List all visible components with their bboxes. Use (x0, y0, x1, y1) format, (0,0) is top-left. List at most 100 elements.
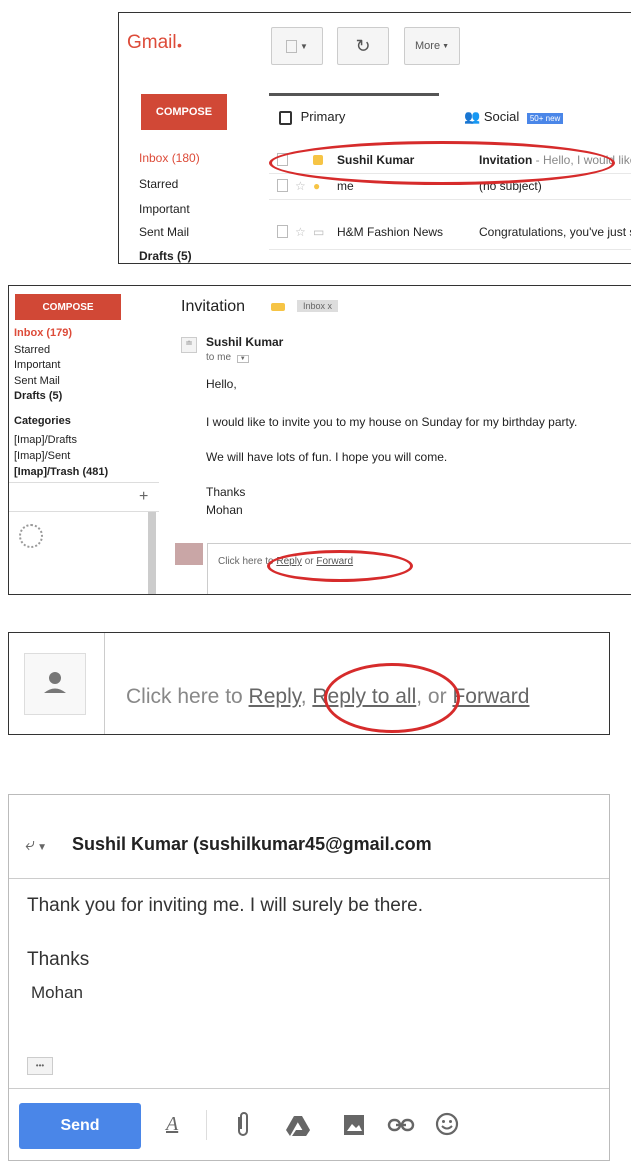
message-row[interactable]: ☆ ▭ H&M Fashion News Congratulations, yo… (269, 219, 631, 250)
gmail-inbox-panel: Gmail • ▼ ↻ More ▼ COMPOSE Inbox (180) S… (118, 12, 631, 264)
nav-drafts[interactable]: Drafts (5) (139, 249, 192, 263)
attach-file-icon[interactable] (233, 1111, 253, 1139)
importance-marker-icon[interactable]: ▭ (313, 225, 324, 239)
importance-marker-icon[interactable]: ● (313, 179, 320, 193)
reply-signature[interactable]: Mohan (31, 983, 83, 1003)
nav-starred[interactable]: Starred (139, 177, 178, 191)
chevron-down-icon[interactable]: ▼ (236, 355, 249, 363)
insert-link-icon[interactable] (387, 1117, 415, 1133)
chevron-down-icon: ▼ (300, 41, 308, 51)
loading-spinner-icon (19, 524, 43, 548)
reply-recipient[interactable]: Sushil Kumar (sushilkumar45@gmail.com (72, 834, 432, 855)
message-sender: me (337, 179, 354, 193)
primary-tab-indicator (269, 93, 439, 96)
message-subject-line: Congratulations, you've just subscr (479, 225, 631, 239)
reply-body-line[interactable]: Thank you for inviting me. I will surely… (27, 895, 423, 917)
reply-prompt: Click here to Reply or Forward (218, 556, 354, 567)
reply-link[interactable]: Reply (276, 556, 302, 567)
reply-to-all-link[interactable]: Reply to all (312, 685, 416, 708)
people-icon: 👥 (464, 109, 481, 124)
reply-options-panel: Click here to Reply, Reply to all, or Fo… (8, 632, 610, 735)
forward-link[interactable]: Forward (452, 685, 529, 708)
nav-drafts[interactable]: Drafts (5) (14, 390, 62, 402)
row-checkbox[interactable] (277, 179, 288, 192)
social-new-badge: 50+ new (526, 113, 564, 124)
nav-starred[interactable]: Starred (14, 344, 50, 356)
recipient-line[interactable]: to me ▼ (206, 352, 249, 363)
row-checkbox[interactable] (277, 225, 288, 238)
more-button[interactable]: More ▼ (404, 27, 460, 65)
message-subject-line: (no subject) (479, 179, 542, 193)
nav-inbox[interactable]: Inbox (179) (14, 327, 72, 339)
folder-trash[interactable]: [Imap]/Trash (481) (14, 466, 108, 478)
send-button[interactable]: Send (19, 1103, 141, 1149)
gmail-menu-dot[interactable]: • (177, 37, 182, 53)
divider (9, 1088, 609, 1089)
tab-primary[interactable]: Primary (279, 109, 345, 125)
checkbox-icon (286, 39, 298, 53)
message-sender: H&M Fashion News (337, 225, 444, 239)
insert-emoji-icon[interactable] (434, 1111, 460, 1137)
message-sender: Sushil Kumar (337, 153, 415, 167)
inbox-label-chip[interactable]: Inbox x (297, 300, 339, 312)
insert-photo-icon[interactable] (342, 1113, 366, 1137)
inbox-icon (279, 110, 292, 125)
importance-marker-icon[interactable] (313, 155, 323, 165)
forward-link[interactable]: Forward (316, 556, 353, 567)
nav-important[interactable]: Important (139, 202, 190, 216)
more-label: More (415, 40, 441, 52)
divider (9, 482, 159, 483)
message-row[interactable]: ☆ ● me (no subject) (269, 173, 631, 200)
folder-sent[interactable]: [Imap]/Sent (14, 450, 70, 462)
message-row[interactable]: Sushil Kumar Invitation - Hello, I would… (269, 147, 631, 174)
compose-button[interactable]: COMPOSE (141, 94, 227, 130)
reply-type-dropdown[interactable]: ⤶ ▼ (25, 834, 47, 855)
avatar (24, 653, 86, 715)
categories-label[interactable]: Categories (14, 415, 71, 427)
star-icon[interactable]: ☆ (295, 225, 306, 239)
refresh-icon: ↻ (355, 35, 371, 56)
body-line: Mohan (206, 503, 243, 517)
sender-name: Sushil Kumar (206, 335, 284, 349)
folder-drafts[interactable]: [Imap]/Drafts (14, 434, 77, 446)
nav-inbox[interactable]: Inbox (180) (139, 151, 200, 165)
compose-button[interactable]: COMPOSE (15, 294, 121, 320)
scrollbar[interactable] (148, 512, 156, 594)
show-trimmed-content-button[interactable]: ••• (27, 1057, 53, 1075)
tab-primary-label: Primary (300, 109, 346, 124)
gmail-logo[interactable]: Gmail (127, 32, 177, 54)
google-drive-icon[interactable] (285, 1114, 311, 1138)
reply-prompt: Click here to Reply, Reply to all, or Fo… (126, 685, 530, 708)
reply-link[interactable]: Reply (249, 685, 301, 708)
formatting-options-icon[interactable]: A (166, 1113, 178, 1136)
refresh-button[interactable]: ↻ (337, 27, 389, 65)
nav-sent-mail[interactable]: Sent Mail (139, 225, 189, 239)
to-me-label: to me (206, 352, 232, 363)
body-line: Hello, (206, 377, 237, 391)
reply-thanks[interactable]: Thanks (27, 949, 89, 971)
divider (206, 1110, 207, 1140)
chevron-down-icon: ▼ (37, 842, 47, 853)
star-icon[interactable]: ☆ (295, 179, 306, 193)
message-subject-line: Invitation - Hello, I would like to (479, 153, 631, 167)
nav-sent-mail[interactable]: Sent Mail (14, 375, 60, 387)
label-tag-icon (271, 303, 285, 311)
chevron-down-icon: ▼ (442, 42, 449, 50)
select-checkbox-dropdown[interactable]: ▼ (271, 27, 323, 65)
divider (9, 511, 159, 512)
body-line: Thanks (206, 485, 246, 499)
reply-box[interactable] (207, 543, 631, 594)
reply-box[interactable] (104, 633, 609, 734)
nav-important[interactable]: Important (14, 359, 60, 371)
tab-social[interactable]: 👥 Social 50+ new (464, 109, 564, 125)
avatar (175, 543, 203, 565)
message-subject: Invitation (181, 298, 246, 315)
reply-compose-panel: ⤶ ▼ Sushil Kumar (sushilkumar45@gmail.com… (8, 794, 610, 1161)
row-checkbox[interactable] (277, 153, 288, 166)
body-line: I would like to invite you to my house o… (206, 415, 578, 429)
person-icon (44, 672, 66, 693)
tab-social-label: Social (483, 109, 520, 124)
gmail-message-panel: COMPOSE Inbox (179) Starred Important Se… (8, 285, 631, 595)
add-icon[interactable]: + (139, 488, 148, 506)
reply-arrow-icon: ⤶ (25, 834, 36, 854)
